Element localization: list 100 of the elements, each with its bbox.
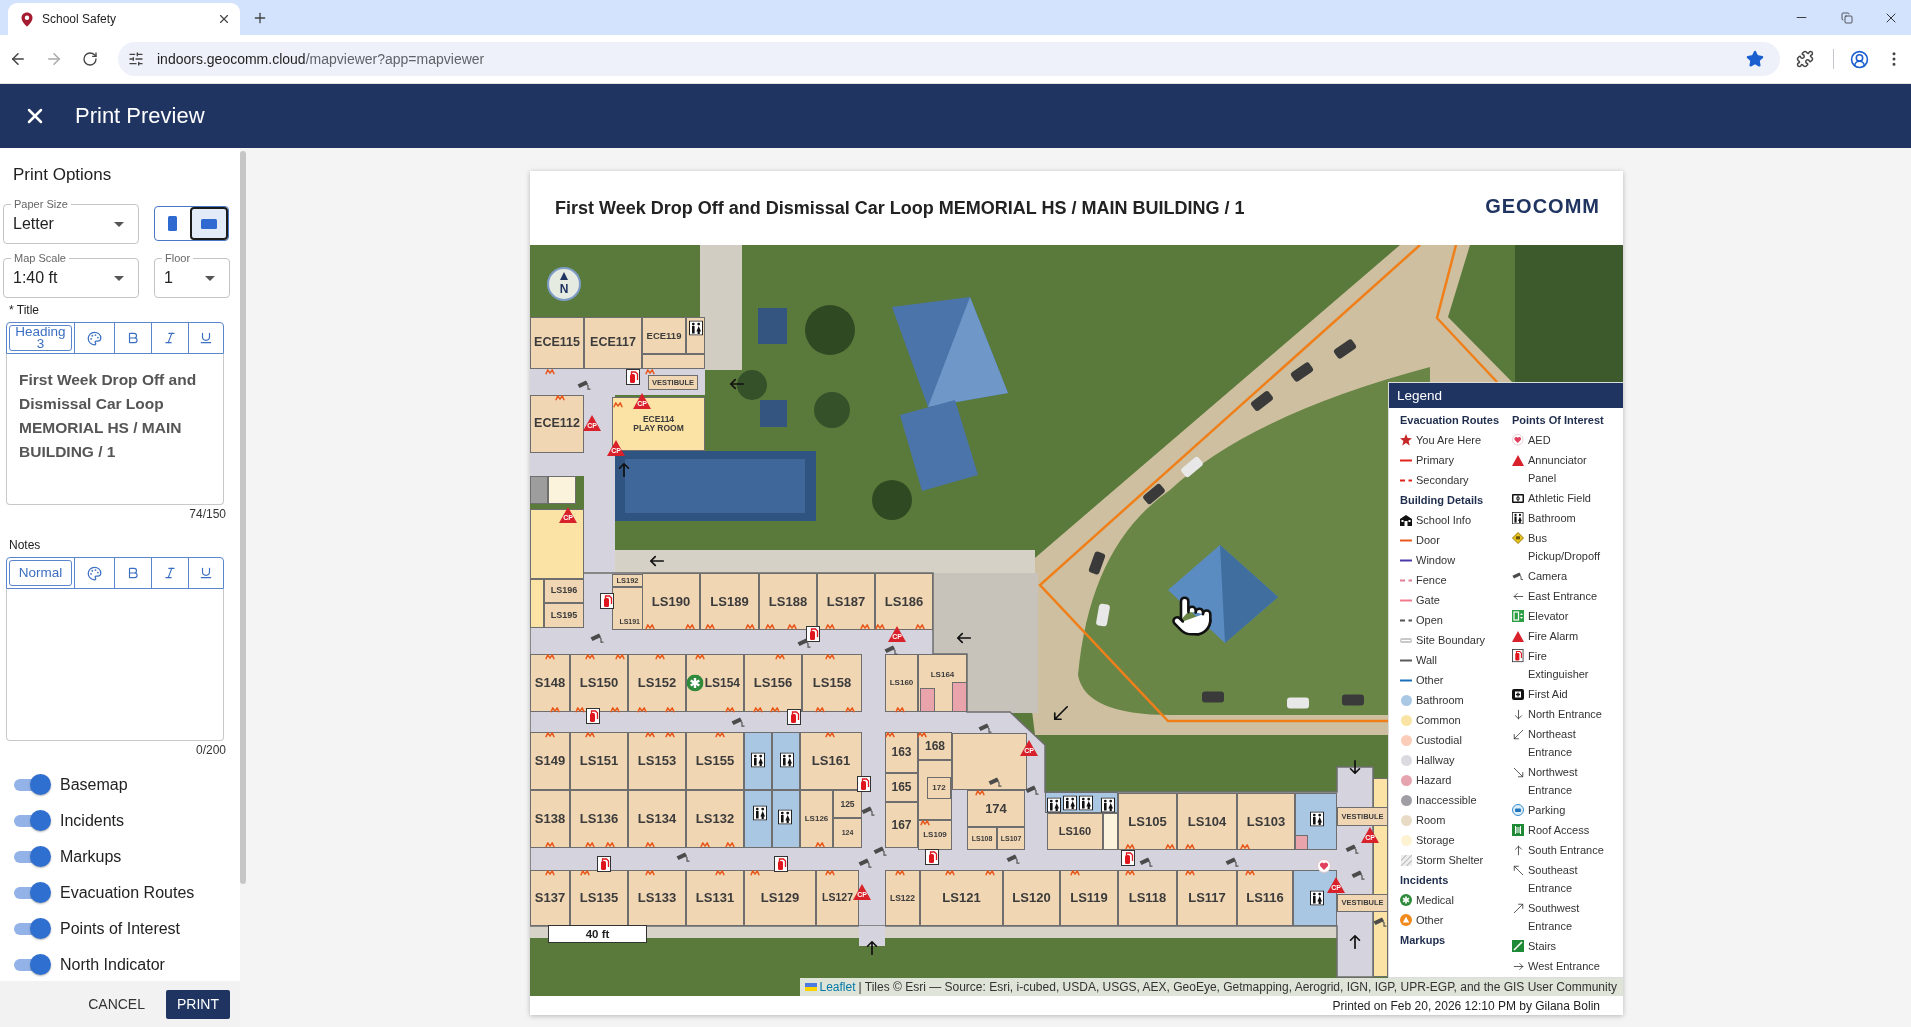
room-number: ECE114	[642, 415, 675, 424]
camera-icon	[1139, 857, 1153, 867]
room-number: LS186	[884, 594, 924, 609]
panel-heading: Print Options	[13, 165, 112, 185]
medical-cross-icon	[686, 674, 704, 692]
door-icon	[945, 870, 955, 876]
legend-title: Legend	[1397, 388, 1443, 403]
door-icon	[613, 402, 623, 408]
heart-icon	[1512, 434, 1524, 446]
tree	[805, 305, 855, 355]
door-icon	[695, 654, 705, 660]
leaflet-link[interactable]: Leaflet	[819, 980, 856, 994]
legend-label: Fire Alarm	[1528, 629, 1579, 644]
room-number: S148	[534, 676, 566, 690]
door-icon	[645, 369, 655, 375]
scrollbar[interactable]	[240, 148, 247, 1027]
room-number: LS118	[1128, 891, 1167, 905]
url-text: indoors.geocomm.cloud/mapviewer?app=mapviewer	[157, 51, 485, 67]
fire-extinguisher-icon	[597, 856, 611, 872]
legend-label: East Entrance	[1528, 589, 1598, 604]
title-text-area[interactable]: First Week Drop Off and Dismissal Car Loop MEMORIAL HS / MAIN BUILDING / 1	[6, 354, 224, 505]
arrow-left-icon	[1512, 590, 1524, 602]
room-number: ECE112	[534, 417, 580, 431]
toggle-switch[interactable]	[13, 955, 51, 975]
profile-icon[interactable]	[1850, 49, 1869, 69]
tree	[814, 392, 850, 428]
legend-label: Parking	[1528, 803, 1566, 818]
legend-label: Bathroom	[1416, 693, 1464, 708]
door-icon	[885, 732, 895, 738]
text-style-select[interactable]: Heading 3	[9, 325, 72, 351]
door-icon	[585, 732, 595, 738]
toggle-switch[interactable]	[13, 775, 51, 795]
toggle-switch[interactable]	[13, 811, 51, 831]
toggle-switch[interactable]	[13, 919, 51, 939]
fire-extinguisher-icon	[586, 708, 600, 724]
door-icon	[895, 870, 905, 876]
legend-label: Room	[1416, 813, 1446, 828]
door-icon	[545, 654, 555, 660]
close-icon[interactable]	[217, 12, 231, 26]
browser-tab[interactable]: School Safety	[8, 3, 240, 35]
toggle-label: North Indicator	[60, 956, 165, 974]
extensions-icon[interactable]	[1796, 50, 1814, 68]
legend-label: Southwest Entrance	[1528, 901, 1581, 934]
room-number: ECE117	[590, 336, 636, 350]
back-icon[interactable]	[9, 50, 27, 68]
fire-extinguisher-icon	[600, 593, 614, 609]
arrow-down-icon	[1512, 708, 1524, 720]
field-label: Notes	[9, 538, 41, 552]
room-number: 125	[840, 799, 855, 809]
toggle-switch[interactable]	[13, 883, 51, 903]
tree	[872, 480, 912, 520]
room-number: S138	[534, 812, 566, 826]
room-number: LS121	[942, 891, 981, 905]
scrollbar-thumb[interactable]	[240, 151, 246, 884]
underline-icon	[199, 331, 213, 345]
arrow-up-icon	[1347, 934, 1363, 950]
text-style-select[interactable]: Normal	[9, 560, 72, 586]
room-number: LS103	[1246, 814, 1286, 829]
legend-label: Northeast Entrance	[1528, 727, 1577, 760]
door-icon	[825, 732, 835, 738]
room-number: LS153	[637, 754, 677, 768]
cancel-button[interactable]: CANCEL	[88, 990, 145, 1018]
warning-triangle-icon	[1512, 454, 1524, 466]
legend-label: Annunciator Panel	[1528, 453, 1588, 486]
legend-label: Door	[1416, 533, 1440, 548]
company-logo: GEOCOMM	[1485, 194, 1600, 218]
legend-label: Northwest Entrance	[1528, 765, 1579, 798]
toggle-label: Markups	[60, 848, 122, 866]
caret-icon	[114, 221, 124, 227]
bookmark-star-icon[interactable]	[1746, 50, 1764, 68]
arrow-up-icon	[1512, 844, 1524, 856]
address-bar[interactable]: indoors.geocomm.cloud/mapviewer?app=mapviewer	[118, 42, 1780, 76]
camera-icon	[1006, 854, 1020, 864]
legend-label: Medical	[1416, 893, 1454, 908]
room-number: LS104	[1187, 814, 1227, 829]
hatched-swatch-icon	[1400, 854, 1412, 866]
reload-icon[interactable]	[82, 51, 98, 67]
legend-label: Gate	[1416, 593, 1440, 608]
door-icon	[825, 654, 835, 660]
bold-icon	[126, 566, 140, 580]
legend-label: You Are Here	[1416, 433, 1482, 448]
room-number: LS154	[704, 676, 740, 690]
room-number: LS195	[550, 610, 578, 621]
room-number: LS190	[651, 594, 691, 609]
door-icon	[917, 732, 927, 738]
camera-icon	[676, 852, 690, 862]
car	[1287, 697, 1309, 709]
printed-note: Printed on Feb 20, 2026 12:10 PM by Gilana Bolin	[1332, 998, 1600, 1013]
room-number: LS150	[579, 676, 619, 690]
toggle-label: Points of Interest	[60, 920, 181, 938]
print-button[interactable]: PRINT	[166, 989, 230, 1019]
door-icon	[615, 654, 625, 660]
room-number: LS133	[637, 891, 677, 905]
landscape-button[interactable]	[189, 207, 228, 240]
toggle-switch[interactable]	[13, 847, 51, 867]
camera-icon	[1225, 857, 1239, 867]
site-settings-icon[interactable]	[128, 51, 144, 67]
door-icon	[580, 870, 590, 876]
camera-icon	[590, 633, 604, 643]
restore-icon[interactable]	[1841, 11, 1853, 24]
